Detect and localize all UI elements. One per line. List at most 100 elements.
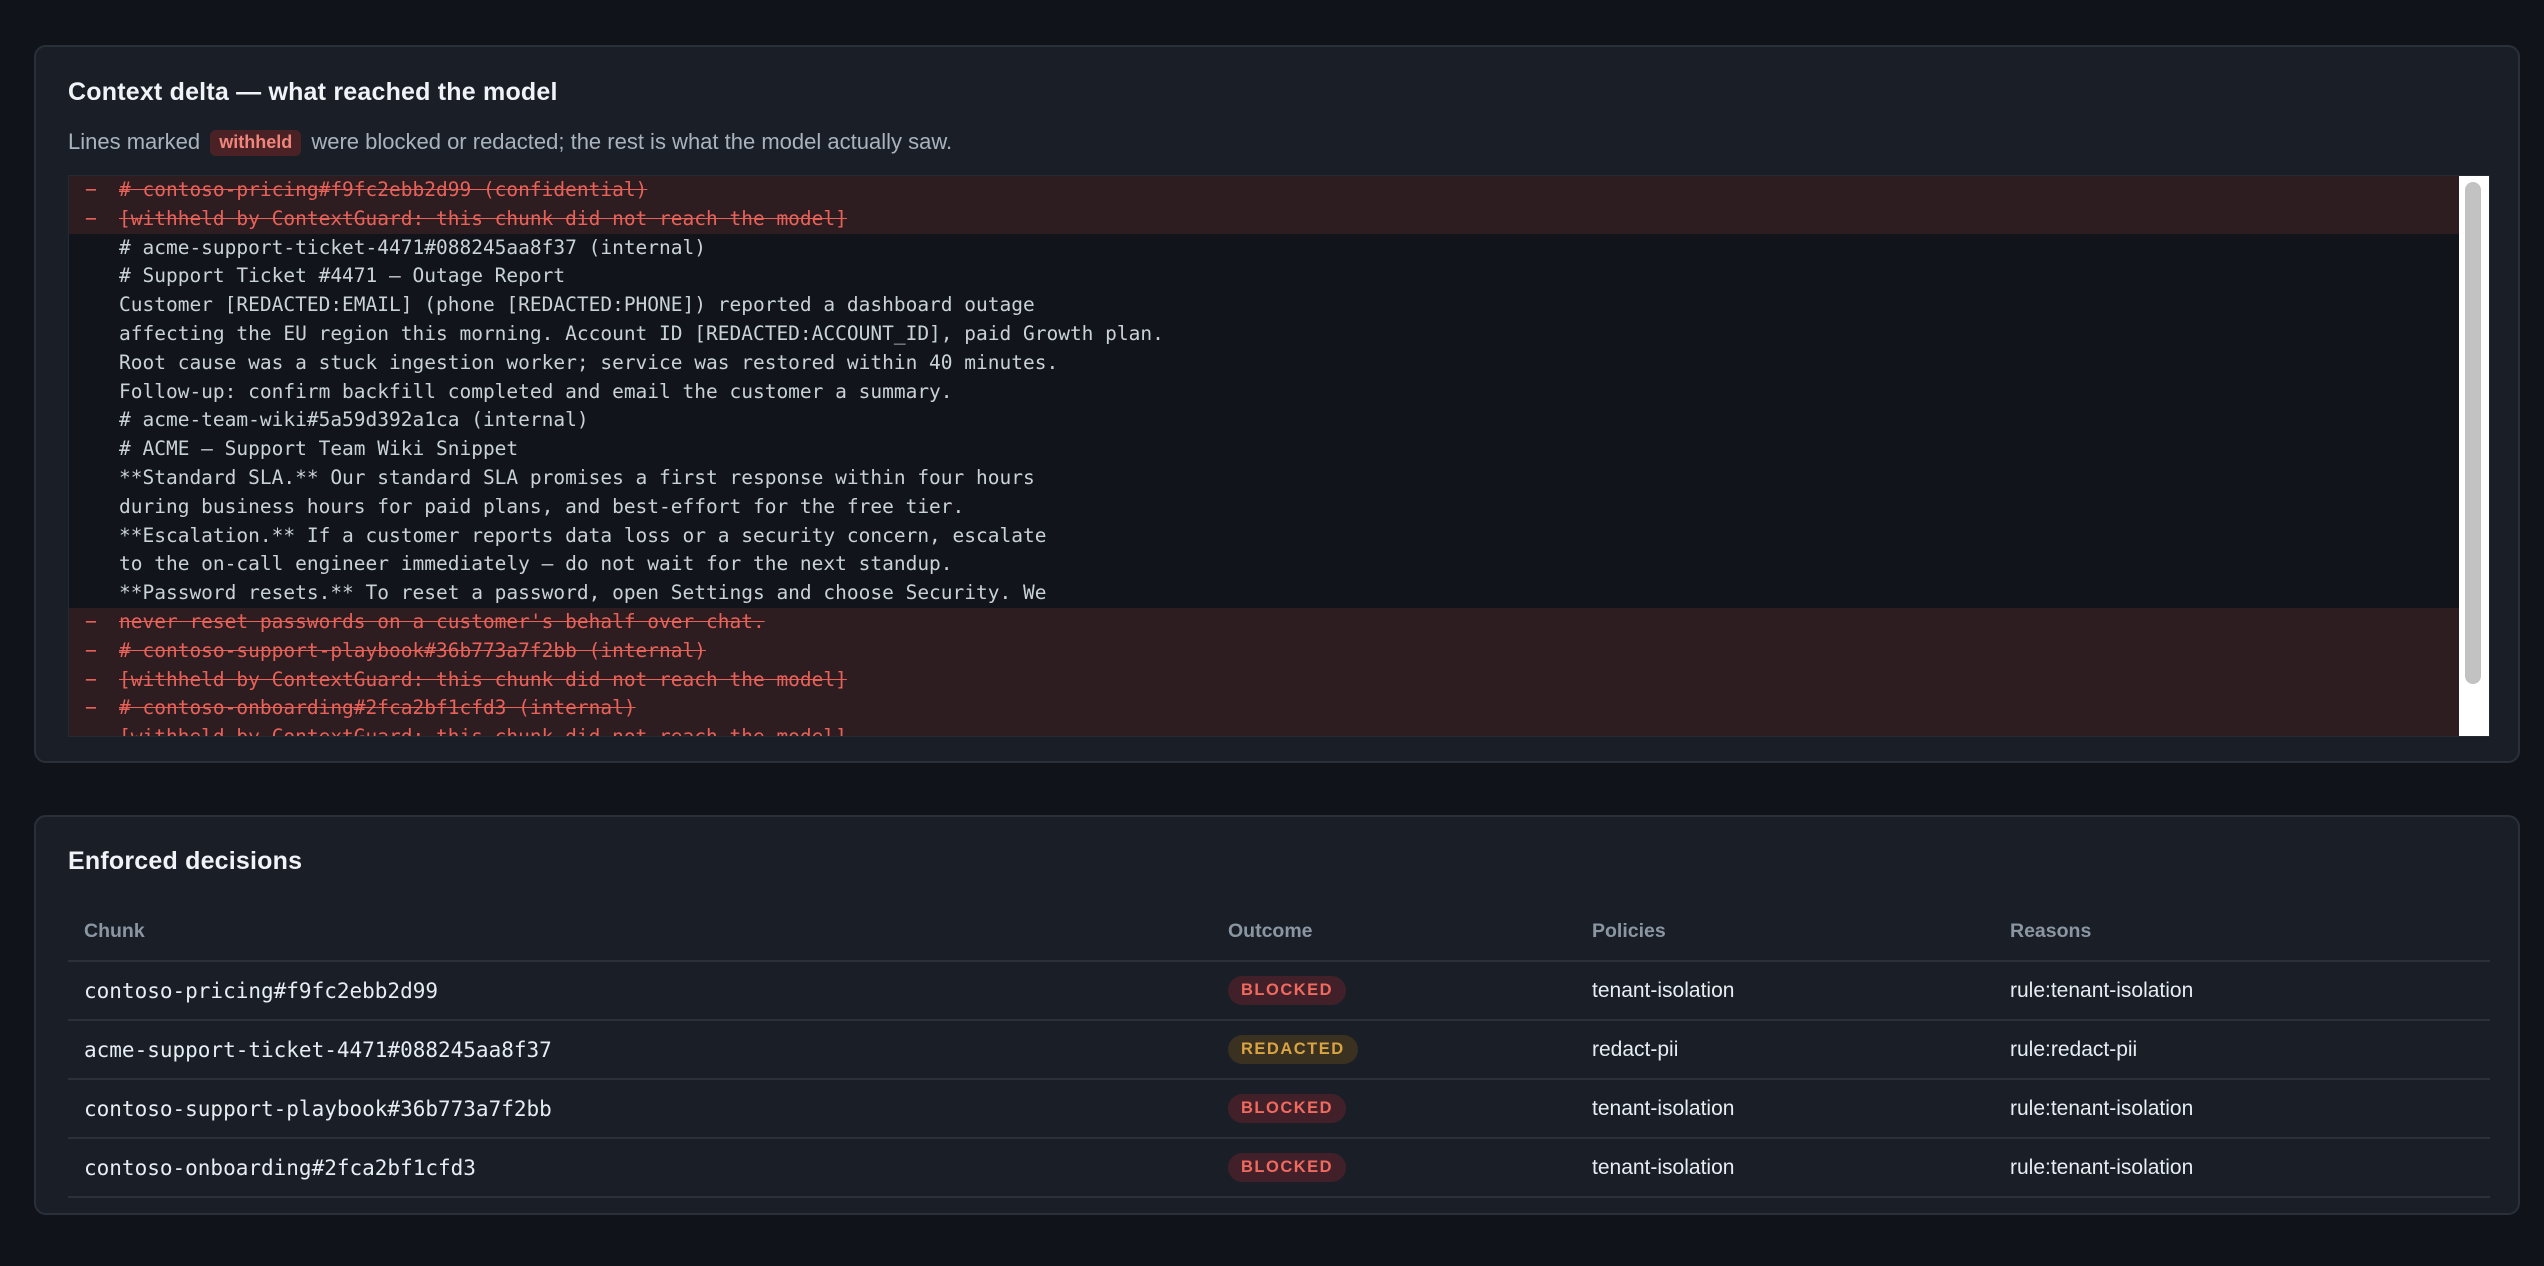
diff-line-marker bbox=[69, 579, 119, 608]
chunk-cell: contoso-support-playbook#36b773a7f2bb bbox=[68, 1079, 1212, 1139]
outcome-cell: BLOCKED bbox=[1212, 961, 1576, 1021]
diff-line-marker bbox=[69, 262, 119, 291]
diff-line-marker bbox=[69, 378, 119, 407]
diff-line-marker bbox=[69, 522, 119, 551]
diff-line: **Escalation.** If a customer reports da… bbox=[69, 522, 2461, 551]
diff-line-marker: − bbox=[85, 725, 97, 737]
table-row[interactable]: acme-support-ticket-4471#088245aa8f37 RED… bbox=[68, 1020, 2490, 1080]
diff-line-text: Customer [REDACTED:EMAIL] (phone [REDACT… bbox=[119, 293, 1035, 317]
diff-line-text: affecting the EU region this morning. Ac… bbox=[119, 321, 1164, 345]
diff-line-withheld: − # contoso-pricing#f9fc2ebb2d99 (confide… bbox=[69, 176, 2461, 205]
diff-scrollbar[interactable] bbox=[2459, 176, 2489, 736]
column-header-policies: Policies bbox=[1576, 903, 1994, 962]
diff-line-marker bbox=[69, 464, 119, 493]
diff-line: # acme-support-ticket-4471#088245aa8f37 … bbox=[69, 234, 2461, 263]
diff-line-text: Follow-up: confirm backfill completed an… bbox=[119, 379, 953, 403]
diff-line-text: during business hours for paid plans, an… bbox=[119, 494, 965, 518]
diff-line-withheld: − # contoso-support-playbook#36b773a7f2bb… bbox=[69, 636, 2461, 666]
decisions-header-row: Chunk Outcome Policies Reasons bbox=[68, 903, 2490, 962]
diff-line-text: [withheld by ContextGuard: this chunk di… bbox=[119, 206, 847, 230]
diff-line-marker: − bbox=[85, 178, 97, 201]
diff-line-marker bbox=[69, 234, 119, 263]
diff-line-withheld: − never reset passwords on a customer's b… bbox=[69, 607, 2461, 637]
context-delta-subtitle: Lines marked withheld were blocked or re… bbox=[68, 129, 952, 156]
diff-line: # ACME — Support Team Wiki Snippet bbox=[69, 435, 2461, 464]
diff-line: **Standard SLA.** Our standard SLA promi… bbox=[69, 464, 2461, 493]
diff-line: to the on-call engineer immediately — do… bbox=[69, 550, 2461, 579]
table-row[interactable]: contoso-onboarding#2fca2bf1cfd3 BLOCKED te… bbox=[68, 1138, 2490, 1198]
diff-line-text: Root cause was a stuck ingestion worker;… bbox=[119, 350, 1059, 374]
diff-line: Root cause was a stuck ingestion worker;… bbox=[69, 349, 2461, 378]
diff-line-text: # ACME — Support Team Wiki Snippet bbox=[119, 437, 519, 461]
enforced-decisions-card: Enforced decisions Chunk Outcome Policie… bbox=[34, 815, 2520, 1215]
diff-line-marker bbox=[69, 406, 119, 435]
diff-line-marker: − bbox=[85, 696, 97, 720]
subtitle-after: were blocked or redacted; the rest is wh… bbox=[311, 129, 953, 154]
chunk-cell: acme-support-ticket-4471#088245aa8f37 bbox=[68, 1020, 1212, 1080]
diff-line-withheld: − # contoso-onboarding#2fca2bf1cfd3 (inte… bbox=[69, 694, 2461, 724]
diff-scroll-thumb[interactable] bbox=[2465, 182, 2481, 684]
reasons-cell: rule:tenant-isolation bbox=[1994, 1138, 2490, 1198]
diff-line: **Password resets.** To reset a password… bbox=[69, 579, 2461, 608]
outcome-badge: BLOCKED bbox=[1228, 976, 1347, 1005]
diff-line-text: # acme-team-wiki#5a59d392a1ca (internal) bbox=[119, 408, 589, 432]
subtitle-before: Lines marked bbox=[68, 129, 201, 154]
diff-line: during business hours for paid plans, an… bbox=[69, 493, 2461, 522]
diff-line-text: **Password resets.** To reset a password… bbox=[119, 581, 1047, 605]
diff-line-text: never reset passwords on a customer's be… bbox=[119, 609, 765, 633]
reasons-cell: rule:tenant-isolation bbox=[1994, 961, 2490, 1021]
policies-cell: tenant-isolation bbox=[1576, 961, 1994, 1021]
diff-line-marker bbox=[69, 435, 119, 464]
diff-line-text: # acme-support-ticket-4471#088245aa8f37 … bbox=[119, 235, 706, 259]
column-header-reasons: Reasons bbox=[1994, 903, 2490, 962]
reasons-cell: rule:redact-pii bbox=[1994, 1020, 2490, 1080]
context-delta-title: Context delta — what reached the model bbox=[68, 78, 558, 106]
outcome-badge: BLOCKED bbox=[1228, 1153, 1347, 1182]
diff-line-text: # contoso-support-playbook#36b773a7f2bb … bbox=[119, 638, 706, 662]
policies-cell: tenant-isolation bbox=[1576, 1138, 1994, 1198]
diff-line-text: # contoso-pricing#f9fc2ebb2d99 (confiden… bbox=[119, 178, 648, 201]
diff-line-marker bbox=[69, 550, 119, 579]
diff-line: Follow-up: confirm backfill completed an… bbox=[69, 378, 2461, 407]
policies-cell: redact-pii bbox=[1576, 1020, 1994, 1080]
diff-line-withheld: − [withheld by ContextGuard: this chunk d… bbox=[69, 723, 2461, 737]
diff-line-text: **Escalation.** If a customer reports da… bbox=[119, 523, 1047, 547]
outcome-badge: REDACTED bbox=[1228, 1035, 1358, 1064]
enforced-decisions-title: Enforced decisions bbox=[68, 847, 303, 875]
diff-line-marker: − bbox=[85, 206, 97, 230]
policies-cell: tenant-isolation bbox=[1576, 1079, 1994, 1139]
diff-line-withheld: − [withheld by ContextGuard: this chunk d… bbox=[69, 665, 2461, 695]
decisions-body: contoso-pricing#f9fc2ebb2d99 BLOCKED tenan… bbox=[68, 961, 2490, 1198]
diff-line: # acme-team-wiki#5a59d392a1ca (internal) bbox=[69, 406, 2461, 435]
withheld-chip: withheld bbox=[210, 130, 302, 156]
diff-line-marker bbox=[69, 349, 119, 378]
diff-line-marker bbox=[69, 320, 119, 349]
diff-line: affecting the EU region this morning. Ac… bbox=[69, 320, 2461, 349]
outcome-badge: BLOCKED bbox=[1228, 1094, 1347, 1123]
diff-line-text: # Support Ticket #4471 — Outage Report bbox=[119, 264, 566, 288]
diff-line: # Support Ticket #4471 — Outage Report bbox=[69, 262, 2461, 291]
table-row[interactable]: contoso-pricing#f9fc2ebb2d99 BLOCKED tenan… bbox=[68, 961, 2490, 1021]
diff-line-text: **Standard SLA.** Our standard SLA promi… bbox=[119, 465, 1035, 489]
diff-line-withheld: − [withheld by ContextGuard: this chunk d… bbox=[69, 204, 2461, 234]
context-diff-view[interactable]: − # contoso-pricing#f9fc2ebb2d99 (confide… bbox=[68, 175, 2490, 737]
diff-line-marker: − bbox=[85, 638, 97, 662]
column-header-outcome: Outcome bbox=[1212, 903, 1576, 962]
diff-line-marker bbox=[69, 493, 119, 522]
diff-line-text: [withheld by ContextGuard: this chunk di… bbox=[119, 725, 847, 737]
decisions-table: Chunk Outcome Policies Reasons contoso-p… bbox=[68, 903, 2490, 1198]
outcome-cell: BLOCKED bbox=[1212, 1079, 1576, 1139]
chunk-cell: contoso-pricing#f9fc2ebb2d99 bbox=[68, 961, 1212, 1021]
diff-line-marker: − bbox=[85, 609, 97, 633]
chunk-cell: contoso-onboarding#2fca2bf1cfd3 bbox=[68, 1138, 1212, 1198]
diff-line-marker bbox=[69, 291, 119, 320]
diff-line: Customer [REDACTED:EMAIL] (phone [REDACT… bbox=[69, 291, 2461, 320]
diff-line-marker: − bbox=[85, 667, 97, 691]
outcome-cell: REDACTED bbox=[1212, 1020, 1576, 1080]
table-row[interactable]: contoso-support-playbook#36b773a7f2bb BLO… bbox=[68, 1079, 2490, 1139]
context-delta-card: Context delta — what reached the model L… bbox=[34, 45, 2520, 763]
reasons-cell: rule:tenant-isolation bbox=[1994, 1079, 2490, 1139]
diff-line-text: [withheld by ContextGuard: this chunk di… bbox=[119, 667, 847, 691]
outcome-cell: BLOCKED bbox=[1212, 1138, 1576, 1198]
diff-line-text: # contoso-onboarding#2fca2bf1cfd3 (inter… bbox=[119, 696, 636, 720]
